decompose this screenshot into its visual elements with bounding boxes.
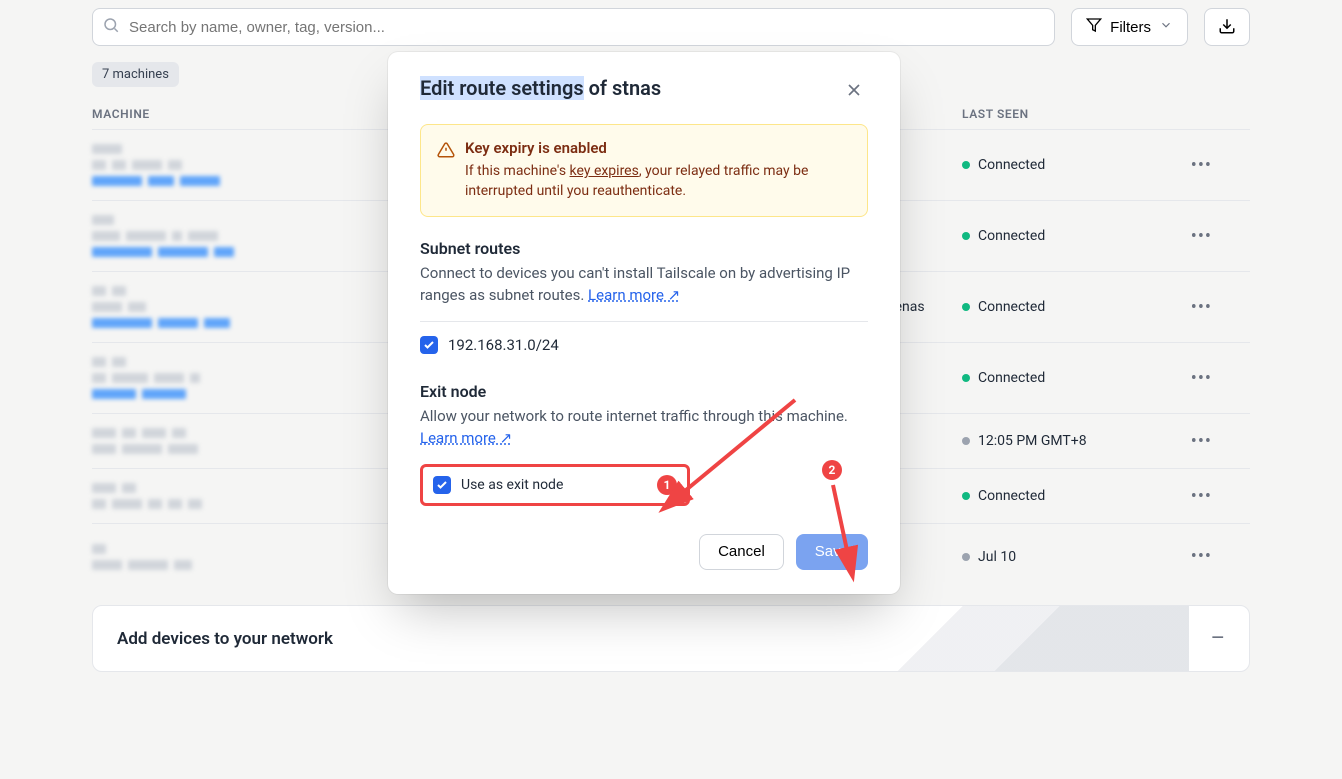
status-text: Jul 10	[978, 549, 1016, 565]
collapse-button[interactable]: –	[1211, 626, 1225, 651]
filters-label: Filters	[1110, 19, 1151, 36]
filters-button[interactable]: Filters	[1071, 8, 1188, 46]
subnet-learn-more-link[interactable]: Learn more ↗	[588, 286, 680, 304]
alert-title: Key expiry is enabled	[465, 139, 851, 157]
exit-node-label: Use as exit node	[461, 477, 563, 493]
status-text: 12:05 PM GMT+8	[978, 433, 1087, 449]
row-more-button[interactable]: •••	[1172, 546, 1212, 567]
close-icon[interactable]	[840, 76, 868, 108]
row-more-button[interactable]: •••	[1172, 368, 1212, 389]
subnet-routes-desc: Connect to devices you can't install Tai…	[420, 262, 868, 307]
cancel-button[interactable]: Cancel	[699, 534, 784, 570]
exit-node-highlight: Use as exit node 1	[420, 464, 690, 506]
modal-title: Edit route settings of stnas	[420, 76, 661, 100]
col-last-seen: LAST SEEN	[962, 107, 1172, 121]
search-icon	[102, 16, 120, 38]
save-button[interactable]: Save	[796, 534, 868, 570]
status-text: Connected	[978, 488, 1045, 504]
row-more-button[interactable]: •••	[1172, 155, 1212, 176]
key-expires-link[interactable]: key expires	[570, 163, 639, 179]
download-button[interactable]	[1204, 8, 1250, 46]
row-more-button[interactable]: •••	[1172, 486, 1212, 507]
alert-body: If this machine's key expires, your rela…	[465, 161, 851, 202]
key-expiry-alert: Key expiry is enabled If this machine's …	[420, 124, 868, 217]
chevron-down-icon	[1159, 18, 1173, 36]
subnet-route-checkbox[interactable]	[420, 336, 438, 354]
download-icon	[1218, 17, 1236, 38]
footer-title: Add devices to your network	[117, 629, 333, 649]
status-text: Connected	[978, 299, 1045, 315]
subnet-routes-heading: Subnet routes	[420, 239, 868, 258]
row-more-button[interactable]: •••	[1172, 431, 1212, 452]
annotation-badge-1: 1	[657, 475, 677, 495]
search-input[interactable]	[92, 8, 1055, 46]
add-devices-banner: Add devices to your network –	[92, 605, 1250, 672]
status-text: Connected	[978, 228, 1045, 244]
exit-learn-more-link[interactable]: Learn more ↗	[420, 429, 512, 447]
exit-node-checkbox[interactable]	[433, 476, 451, 494]
edit-route-settings-modal: Edit route settings of stnas Key expiry …	[388, 52, 900, 594]
subnet-route-label: 192.168.31.0/24	[448, 336, 559, 354]
warning-icon	[437, 141, 455, 202]
machines-count-pill: 7 machines	[92, 62, 179, 87]
exit-node-heading: Exit node	[420, 382, 868, 401]
status-text: Connected	[978, 157, 1045, 173]
annotation-badge-2: 2	[822, 460, 842, 480]
row-more-button[interactable]: •••	[1172, 226, 1212, 247]
exit-node-desc: Allow your network to route internet tra…	[420, 405, 868, 450]
row-more-button[interactable]: •••	[1172, 297, 1212, 318]
filter-icon	[1086, 17, 1102, 37]
status-text: Connected	[978, 370, 1045, 386]
